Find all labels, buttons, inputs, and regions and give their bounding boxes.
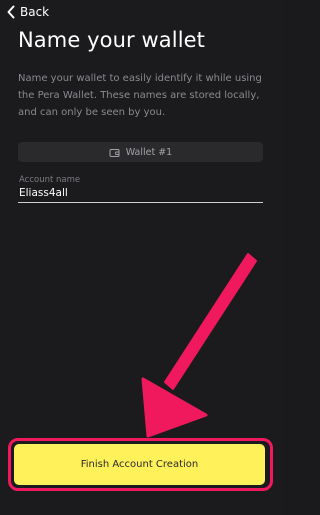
page-description: Name your wallet to easily identify it w…	[18, 73, 262, 118]
wallet-naming-screen: Back Name your wallet Name your wallet t…	[0, 0, 282, 515]
back-label: Back	[20, 5, 50, 19]
finish-button-label: Finish Account Creation	[80, 459, 199, 470]
wallet-name-pill: Wallet #1	[18, 142, 263, 162]
page-title: Name your wallet	[18, 28, 205, 52]
chevron-left-icon	[6, 5, 16, 19]
wallet-name-label: Wallet #1	[125, 146, 173, 158]
finish-account-creation-button[interactable]: Finish Account Creation	[14, 444, 265, 485]
wallet-icon	[109, 143, 120, 162]
account-name-label: Account name	[19, 175, 81, 185]
account-name-input[interactable]	[18, 186, 263, 203]
back-button[interactable]: Back	[6, 3, 49, 21]
